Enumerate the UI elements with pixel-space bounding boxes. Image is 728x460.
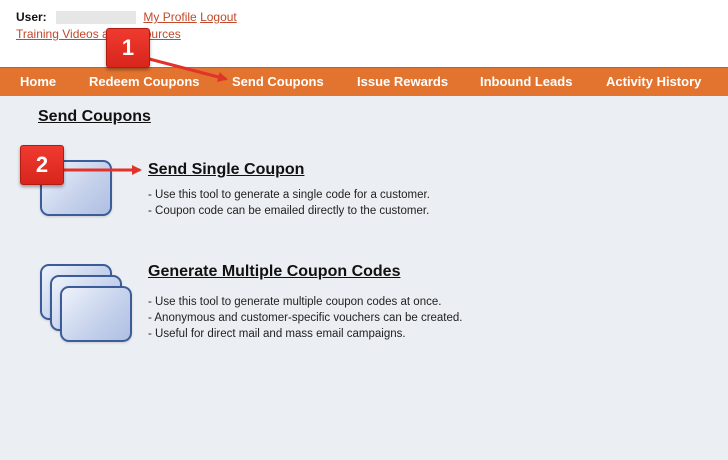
page-title: Send Coupons xyxy=(38,108,151,125)
my-profile-link[interactable]: My Profile xyxy=(143,10,196,24)
description-line: - Use this tool to generate a single cod… xyxy=(148,189,430,201)
user-line: User: My Profile Logout xyxy=(16,10,237,25)
multiple-coupons-description: - Use this tool to generate multiple cou… xyxy=(148,294,463,342)
redacted-username xyxy=(56,11,137,25)
callout-badge-1: 1 xyxy=(106,28,150,68)
training-resources-line: Training Videos a ources xyxy=(16,25,181,43)
generate-multiple-coupons-link[interactable]: Generate Multiple Coupon Codes xyxy=(148,263,400,281)
nav-redeem-coupons[interactable]: Redeem Coupons xyxy=(89,68,200,96)
description-line: - Anonymous and customer-specific vouche… xyxy=(148,312,463,324)
logout-link[interactable]: Logout xyxy=(200,10,237,24)
nav-inbound-leads[interactable]: Inbound Leads xyxy=(480,68,572,96)
main-content: Send Coupons Send Single Coupon - Use th… xyxy=(0,96,728,460)
description-line: - Use this tool to generate multiple cou… xyxy=(148,296,442,308)
multiple-coupons-icon[interactable] xyxy=(60,286,132,342)
nav-home[interactable]: Home xyxy=(20,68,56,96)
nav-activity-history[interactable]: Activity History xyxy=(606,68,701,96)
description-line: - Coupon code can be emailed directly to… xyxy=(148,205,430,217)
callout-badge-2: 2 xyxy=(20,145,64,185)
nav-send-coupons[interactable]: Send Coupons xyxy=(232,68,324,96)
single-coupon-description: - Use this tool to generate a single cod… xyxy=(148,187,430,219)
resources-link[interactable]: ources xyxy=(145,27,181,41)
training-videos-link[interactable]: Training Videos a xyxy=(16,27,109,41)
nav-issue-rewards[interactable]: Issue Rewards xyxy=(357,68,448,96)
user-label: User: xyxy=(16,10,47,24)
send-single-coupon-link[interactable]: Send Single Coupon xyxy=(148,161,304,179)
description-line: - Useful for direct mail and mass email … xyxy=(148,328,406,340)
main-nav: Home Redeem Coupons Send Coupons Issue R… xyxy=(0,67,728,97)
